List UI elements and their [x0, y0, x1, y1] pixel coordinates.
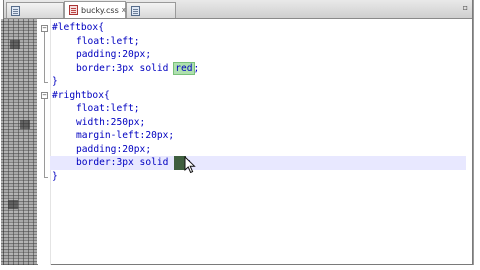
code-line: float:left;: [76, 35, 140, 47]
code-line: #rightbox{: [52, 89, 466, 103]
css-property: padding: [76, 143, 117, 155]
css-brace: }: [52, 170, 58, 182]
css-value: 3px solid: [116, 157, 175, 168]
fold-guide-end: [44, 177, 48, 178]
gutter-mark: [10, 40, 20, 49]
css-file-icon: [69, 5, 78, 15]
css-value: 3px solid: [116, 62, 175, 74]
html-file-icon: [131, 5, 140, 16]
code-line: margin-left:20px;: [76, 130, 175, 141]
css-selector: #leftbox{: [52, 22, 104, 33]
html-file-icon: [11, 5, 20, 16]
code-line: }: [52, 170, 466, 184]
css-property: margin-left: [76, 130, 140, 141]
tab-bucky-css[interactable]: bucky.css x: [64, 1, 126, 18]
code-line: padding:20px;: [76, 143, 152, 155]
css-property: padding: [76, 49, 117, 60]
tab-bar: bucky.css x ▫: [4, 0, 472, 19]
tab-html-file-2[interactable]: [126, 2, 176, 18]
highlighted-match: red: [173, 61, 195, 75]
current-code-line: border:3px solid re;: [50, 156, 466, 170]
css-value: 20px;: [122, 49, 152, 60]
css-property: border: [76, 62, 111, 74]
css-property: border: [76, 157, 111, 168]
gutter-mark: [8, 200, 18, 209]
css-property: float: [76, 103, 105, 114]
fold-toggle-icon[interactable]: −: [41, 25, 48, 32]
window-edge: [473, 0, 474, 265]
css-value: left;: [110, 103, 140, 114]
css-property: width: [76, 116, 105, 128]
tab-html-file-1[interactable]: [6, 2, 64, 18]
tab-label: bucky.css: [81, 5, 119, 15]
mouse-pointer-icon: [184, 156, 196, 174]
code-line: width:250px;: [76, 116, 146, 128]
css-value: 20px;: [145, 130, 175, 141]
css-value: 20px;: [122, 143, 152, 155]
code-line: float:left;: [76, 103, 140, 114]
code-editor[interactable]: #leftbox{ float:left; padding:20px; bord…: [50, 21, 466, 184]
fold-toggle-icon[interactable]: −: [41, 92, 48, 99]
code-line: border:3px solid red;: [76, 61, 200, 75]
css-value: 250px;: [110, 116, 146, 128]
line-number-gutter: [1, 19, 37, 265]
fold-guide-end: [44, 82, 48, 83]
restore-window-icon[interactable]: ▫: [463, 3, 468, 12]
code-line: padding:20px;: [76, 49, 152, 60]
css-brace: }: [52, 76, 58, 87]
code-line: #leftbox{: [52, 21, 466, 35]
css-property: float: [76, 35, 105, 47]
css-selector: #rightbox{: [52, 89, 110, 101]
fold-guide: [44, 32, 45, 82]
code-line: }: [52, 75, 466, 89]
css-value-end: ;: [193, 62, 200, 74]
gutter-mark: [20, 120, 30, 129]
fold-guide: [44, 99, 45, 177]
css-value: left;: [110, 35, 140, 47]
